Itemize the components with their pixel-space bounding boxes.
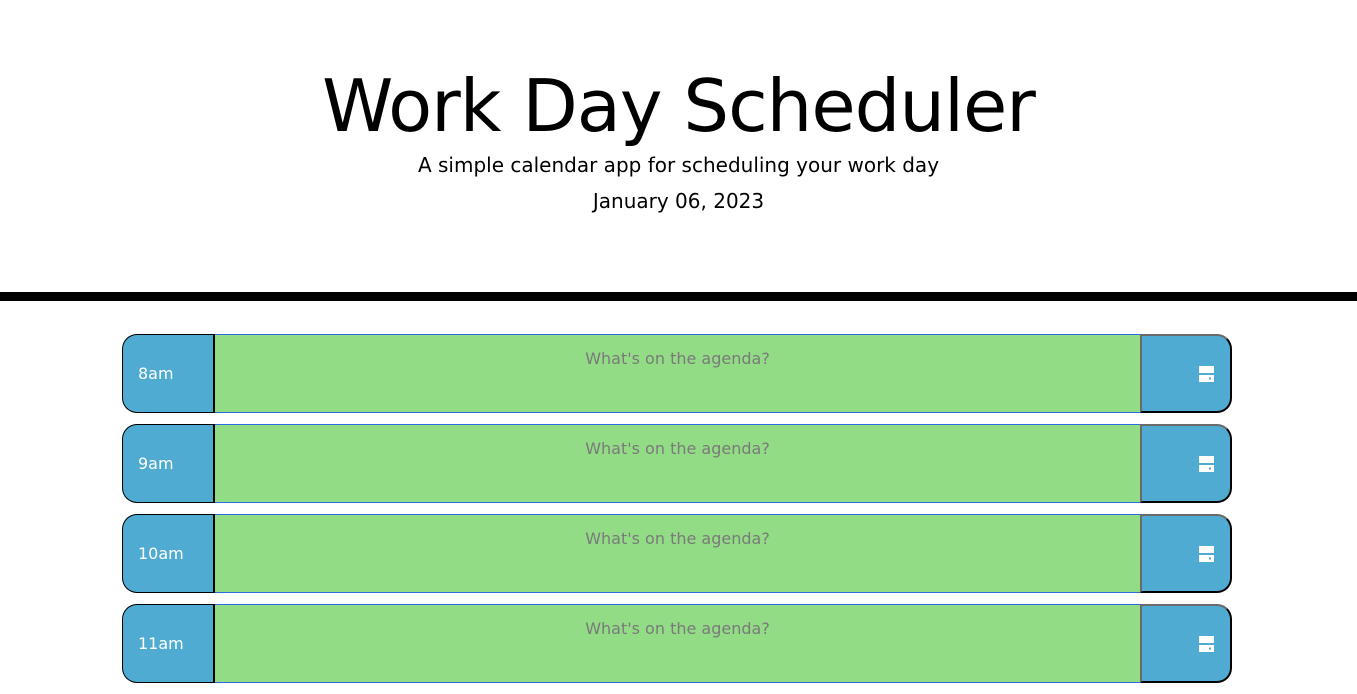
save-icon bbox=[1199, 455, 1214, 472]
agenda-placeholder: What's on the agenda? bbox=[585, 349, 770, 368]
save-button[interactable] bbox=[1140, 334, 1232, 413]
save-button[interactable] bbox=[1140, 424, 1232, 503]
time-block-9am: 9am What's on the agenda? bbox=[122, 424, 1232, 503]
agenda-textarea[interactable]: What's on the agenda? bbox=[215, 604, 1140, 683]
agenda-placeholder: What's on the agenda? bbox=[585, 619, 770, 638]
page-header: Work Day Scheduler A simple calendar app… bbox=[0, 0, 1357, 301]
save-icon bbox=[1199, 365, 1214, 382]
agenda-textarea[interactable]: What's on the agenda? bbox=[215, 424, 1140, 503]
current-date: January 06, 2023 bbox=[592, 189, 765, 213]
page-subtitle: A simple calendar app for scheduling you… bbox=[417, 153, 940, 177]
hour-label: 11am bbox=[122, 604, 215, 683]
time-block-8am: 8am What's on the agenda? bbox=[122, 334, 1232, 413]
agenda-placeholder: What's on the agenda? bbox=[585, 439, 770, 458]
time-block-11am: 11am What's on the agenda? bbox=[122, 604, 1232, 683]
page-title: Work Day Scheduler bbox=[322, 64, 1036, 148]
hour-label: 9am bbox=[122, 424, 215, 503]
agenda-textarea[interactable]: What's on the agenda? bbox=[215, 514, 1140, 593]
schedule-container: 8am What's on the agenda? 9am What's on … bbox=[122, 334, 1232, 694]
save-icon bbox=[1199, 635, 1214, 652]
hour-label: 10am bbox=[122, 514, 215, 593]
agenda-textarea[interactable]: What's on the agenda? bbox=[215, 334, 1140, 413]
save-button[interactable] bbox=[1140, 514, 1232, 593]
time-block-10am: 10am What's on the agenda? bbox=[122, 514, 1232, 593]
save-icon bbox=[1199, 545, 1214, 562]
save-button[interactable] bbox=[1140, 604, 1232, 683]
agenda-placeholder: What's on the agenda? bbox=[585, 529, 770, 548]
hour-label: 8am bbox=[122, 334, 215, 413]
